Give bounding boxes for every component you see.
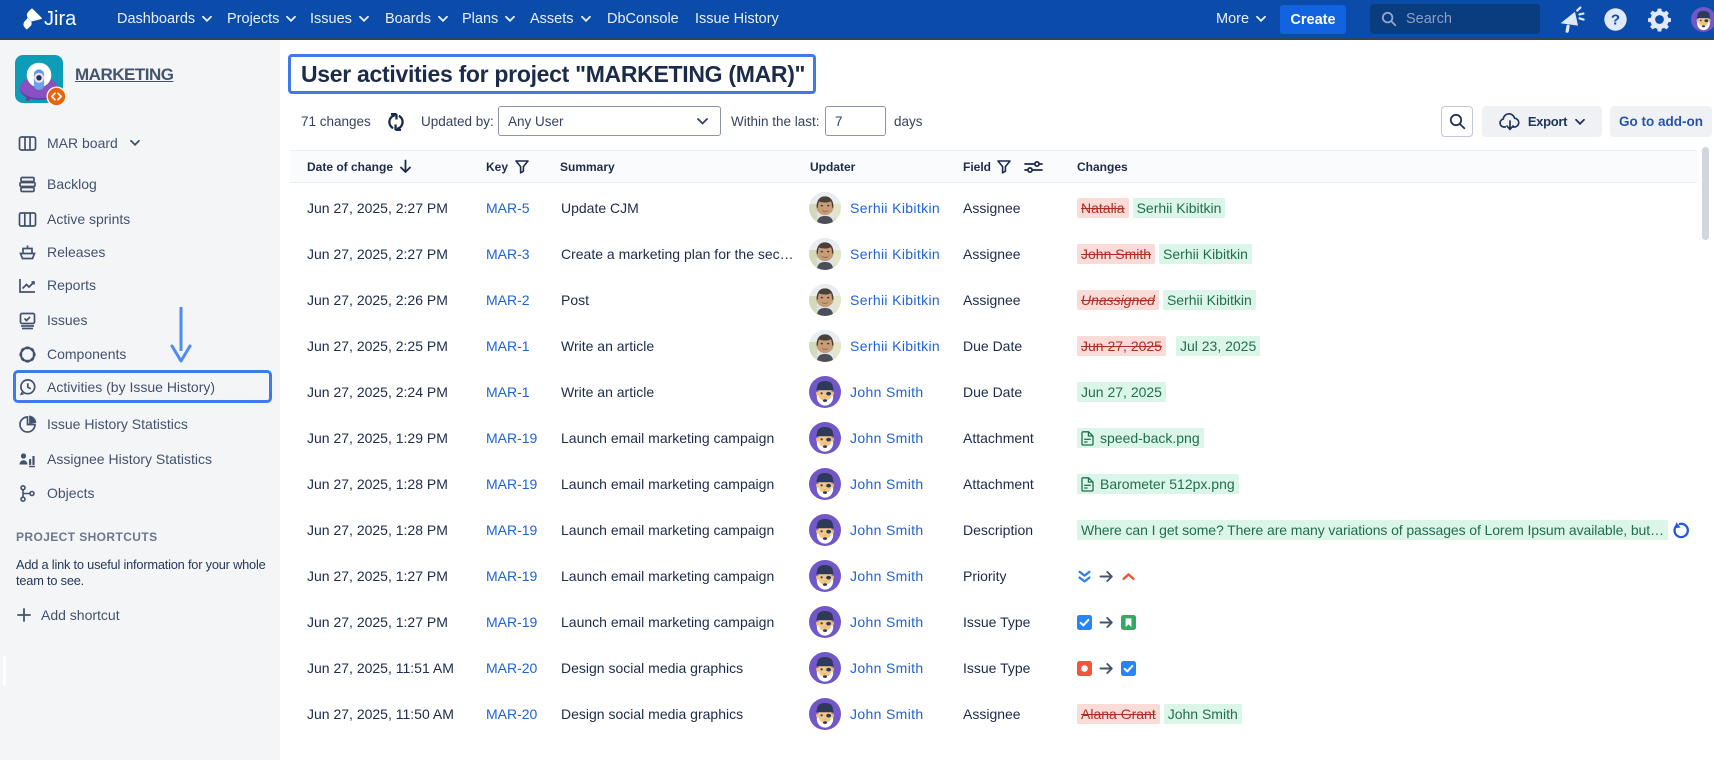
svg-text:?: ?	[1611, 12, 1620, 29]
